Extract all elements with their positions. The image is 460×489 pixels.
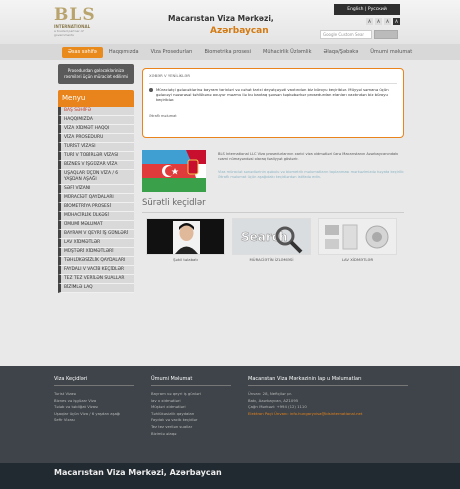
sidebar-notice[interactable]: Prosedurdan gələcəklərinizə rəsmiləri üç… [58,64,134,84]
sidebar-item[interactable]: BİOMETRİYA PROSESİ [58,203,134,212]
footer-col-contact: Macarıstan Viza Mərkəzinin lap u Məlumat… [248,376,408,417]
site-title: Macarıstan Viza Mərkəzi, [168,14,274,23]
sidebar-item[interactable]: BİZİMLƏ LAQ [58,284,134,293]
sidebar-item[interactable]: MÜŞTƏRİ XİDMƏTLƏRİ [58,248,134,257]
site-subtitle: Azərbaycan [210,26,269,36]
bottom-title: Macarıstan Viza Mərkəzi, Azərbaycan [54,468,222,477]
news-heading: XƏBƏR V YENİLİKLƏR [149,73,190,78]
footer-email-link[interactable]: Elektron Poçt Ünvanı: info.hungaryvisa@b… [248,411,408,418]
nav-contact[interactable]: Əlaqə/Şəbəkə [317,44,364,60]
quick-link-label[interactable]: Şəkil təlabatı [146,257,225,262]
footer-col-visa-links: Viza Keçidləri Turist Vizası Biznes və i… [54,376,134,424]
quick-links-title: Sürətli keçidlər [142,198,206,208]
news-panel: XƏBƏR V YENİLİKLƏR Müraciətçi gələcəklər… [142,68,404,138]
sidebar-item[interactable]: TURİ V TOBİRLƏR VİZASI [58,152,134,161]
footer-link[interactable]: Bizimlə əlaqə [151,431,231,438]
language-switcher[interactable]: English | Pусский [334,4,400,15]
sidebar-item[interactable]: BAŞ SƏHİFƏ [58,107,134,116]
footer: Viza Keçidləri Turist Vizası Biznes və i… [0,366,460,463]
nav-biometrics[interactable]: Biometrika prosesi [198,44,257,60]
footer-phone: Çağrı Mərkəzi: +994 (12) 1110 [248,404,307,410]
intro-text-secondary: Viza müraciət sənədlərinin qəbulu və bio… [218,170,405,179]
footer-link[interactable]: Bayram və qeyri iş günləri [151,391,231,398]
quick-link-label[interactable]: MÜRACİƏTİN İZLƏMƏSİ [232,257,311,262]
nav-home[interactable]: Əsas səhifə [62,46,103,58]
quick-link-photo-requirements[interactable] [146,218,225,255]
sidebar-item[interactable]: TURİST VİZASI [58,143,134,152]
nav-about[interactable]: Haqqımızda [103,44,145,60]
sidebar-item[interactable]: VİZA PROSEDURU [58,134,134,143]
nav-tracking[interactable]: Mühacirlik Üzləmlik [257,44,317,60]
logo-main: BLS [54,5,96,25]
footer-col-general-info: Ümumi Məlumat Bayram və qeyri iş günləri… [151,376,231,437]
footer-heading: Ümumi Məlumat [151,376,231,386]
divider [142,212,404,213]
footer-link[interactable]: Sefir Vizası [54,417,134,424]
footer-link[interactable]: Təhlükəsizlik qaydaları [151,411,231,418]
nav-general-info[interactable]: Ümumi məlumat [364,44,418,60]
flag-icon [142,150,206,192]
nav-visa-procedures[interactable]: Viza Prosedurları [145,44,199,60]
search-button[interactable] [374,30,398,39]
sidebar-item[interactable]: BAYRAM V QEYRİ İŞ GÜNLƏRİ [58,230,134,239]
sidebar-item[interactable]: BİZNES V İŞGÜZAR VİZA [58,161,134,170]
bls-logo[interactable]: BLS INTERNATIONAL a trusted partner of g… [54,6,102,40]
bullet-icon [149,88,153,92]
passport-photo-icon [147,219,224,254]
sidebar-item[interactable]: MÜRACİƏT QAYDALARI [58,194,134,203]
quick-link-additional-services[interactable] [318,218,397,255]
footer-link[interactable]: Uşaqlar üçün Viza / 6 yaşdan aşağı [54,411,134,418]
footer-address: Bakı, Azərbaycan, AZ1095 [248,397,299,403]
footer-link[interactable]: Tez tez verilən suallar [151,424,231,431]
footer-link[interactable]: Müştəri xidmətləri [151,404,231,411]
sidebar: Prosedurdan gələcəklərinizə rəsmiləri üç… [58,64,134,293]
font-size-2[interactable]: A [375,18,382,25]
sidebar-item[interactable]: MÜHACİRLİK ÜLKƏSİ [58,212,134,221]
footer-link[interactable]: Tələb və təbliğat Vizası [54,404,134,411]
font-size-4[interactable]: A [393,18,400,25]
header: BLS INTERNATIONAL a trusted partner of g… [0,0,460,44]
services-icon [319,219,396,254]
sidebar-item[interactable]: TEZ TEZ VERİLƏN SUALLAR [58,275,134,284]
sidebar-item[interactable]: FAYDALI V VACİB KEÇİDLƏR [58,266,134,275]
footer-link[interactable]: lav x xidmətləri [151,398,231,405]
sidebar-item[interactable]: LAV XİDMƏTLƏR [58,239,134,248]
footer-link[interactable]: Faydalı və vacib keçidlər [151,417,231,424]
main-nav: Əsas səhifə Haqqımızda Viza Prosedurları… [0,44,460,60]
sidebar-item[interactable]: ÜMUMİ MƏLUMAT [58,221,134,230]
font-size-1[interactable]: A [366,18,373,25]
quick-link-application-tracking[interactable]: Search [232,218,311,255]
sidebar-item[interactable]: HAQQIMIZDA [58,116,134,125]
search-input[interactable]: Google Custom Sear [320,30,372,39]
font-size-controls: A A A A [366,18,400,25]
intro-text: BLS International LLC Viza prosedurların… [218,152,399,161]
sidebar-item[interactable]: UŞAQLAR ÜÇÜN VİZA / 6 YAŞDAN AŞAĞI [58,170,134,185]
footer-heading: Viza Keçidləri [54,376,134,386]
footer-link[interactable]: Turist Vizası [54,391,134,398]
logo-tag: a trusted partner of governments [54,29,84,37]
sidebar-item[interactable]: VİZA XİDMƏT HAQQI [58,125,134,134]
azerbaijan-hungary-flag-image [142,150,206,192]
news-more-link[interactable]: Ətraflı məlumat [149,114,397,118]
sidebar-item[interactable]: TƏHLÜKƏSİZLİK QAYDALARI [58,257,134,266]
search-illustration-icon: Search [233,219,310,254]
footer-heading: Macarıstan Viza Mərkəzinin lap u Məlumat… [248,376,408,386]
font-size-3[interactable]: A [384,18,391,25]
news-text: Müraciətçi gələcəklərinə bayram tarixlər… [156,87,389,102]
sidebar-menu-title: Menyu [58,90,134,107]
main-content: XƏBƏR V YENİLİKLƏR Müraciətçi gələcəklər… [142,68,404,262]
quick-link-label[interactable]: LAV XİDMƏTLƏR [318,257,397,262]
news-item: Müraciətçi gələcəklərinə bayram tarixlər… [149,83,397,102]
sidebar-item[interactable]: SƏFİ VİZANI [58,185,134,194]
footer-address: Ünvan: 28, Neftçilər pr. [248,391,292,396]
footer-link[interactable]: Biznes və işgüzar Viza [54,398,134,405]
